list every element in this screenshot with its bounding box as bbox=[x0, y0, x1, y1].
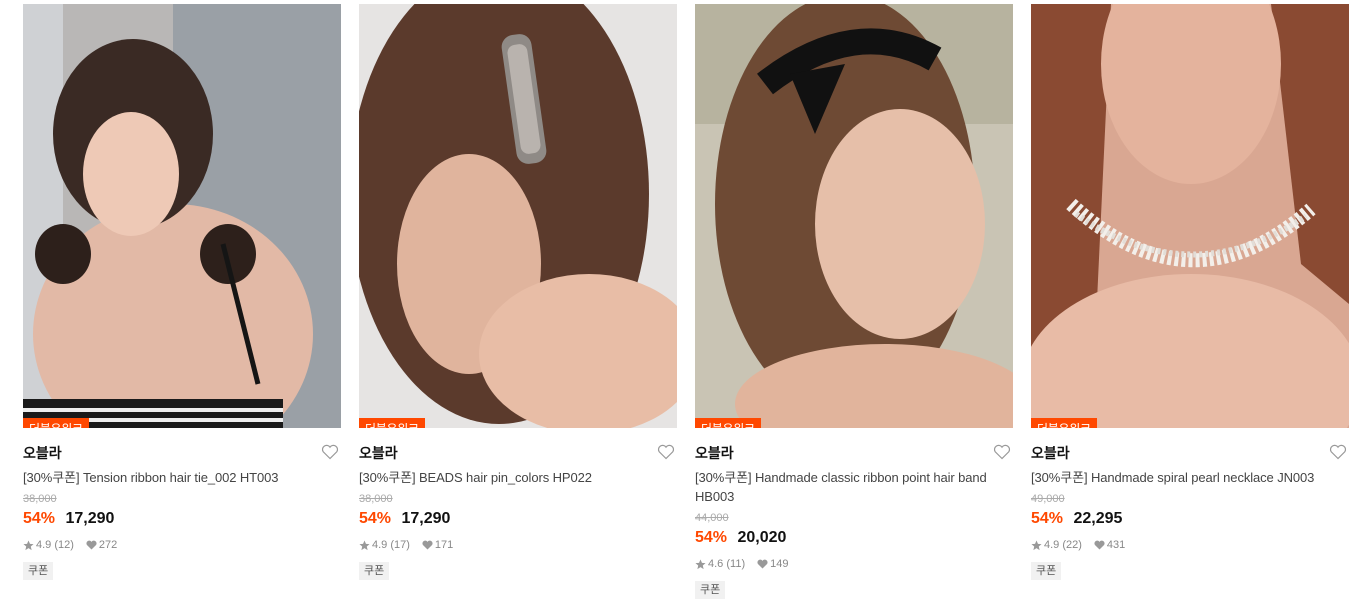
product-card[interactable]: 더블유위크 오블라 [30%쿠폰] Handmade spiral pearl … bbox=[1031, 4, 1349, 580]
original-price: 38,000 bbox=[23, 493, 57, 505]
event-badge: 더블유위크 bbox=[1031, 418, 1097, 428]
product-photo bbox=[359, 4, 677, 428]
product-photo bbox=[695, 4, 1013, 428]
brand-name[interactable]: 오블라 bbox=[23, 445, 62, 461]
review-count: (17) bbox=[390, 539, 410, 551]
product-stats: 4.9 (17) 171 bbox=[359, 538, 677, 552]
product-card[interactable]: 더블유위크 오블라 [30%쿠폰] Tension ribbon hair ti… bbox=[23, 4, 341, 580]
discount-rate: 54% bbox=[359, 510, 392, 527]
sale-price: 17,290 bbox=[401, 510, 451, 527]
like-heart-icon bbox=[1094, 540, 1105, 550]
rating-value: 4.9 bbox=[372, 539, 388, 551]
product-title[interactable]: [30%쿠폰] Handmade classic ribbon point ha… bbox=[695, 468, 1013, 506]
original-price: 49,000 bbox=[1031, 493, 1065, 505]
like-count: 171 bbox=[434, 539, 454, 551]
like-count: 431 bbox=[1106, 539, 1126, 551]
event-badge: 더블유위크 bbox=[359, 418, 425, 428]
coupon-tag: 쿠폰 bbox=[1031, 562, 1062, 580]
product-photo bbox=[1031, 4, 1349, 428]
like-count: 272 bbox=[98, 539, 118, 551]
original-price: 38,000 bbox=[359, 493, 393, 505]
heart-icon[interactable] bbox=[1329, 444, 1347, 460]
rating-value: 4.9 bbox=[1044, 539, 1060, 551]
like-heart-icon bbox=[86, 540, 97, 550]
product-card[interactable]: 더블유위크 오블라 [30%쿠폰] BEADS hair pin_colors … bbox=[359, 4, 677, 580]
review-count: (11) bbox=[726, 558, 746, 570]
discount-rate: 54% bbox=[23, 510, 56, 527]
coupon-tag: 쿠폰 bbox=[359, 562, 390, 580]
coupon-tag: 쿠폰 bbox=[23, 562, 54, 580]
product-image[interactable]: 더블유위크 bbox=[1031, 4, 1349, 428]
discount-rate: 54% bbox=[695, 529, 728, 546]
product-stats: 4.9 (22) 431 bbox=[1031, 538, 1349, 552]
brand-name[interactable]: 오블라 bbox=[1031, 445, 1070, 461]
review-count: (22) bbox=[1062, 539, 1082, 551]
rating-value: 4.6 bbox=[708, 558, 724, 570]
product-image[interactable]: 더블유위크 bbox=[695, 4, 1013, 428]
event-badge: 더블유위크 bbox=[23, 418, 89, 428]
sale-price: 20,020 bbox=[737, 529, 787, 546]
product-stats: 4.9 (12) 272 bbox=[23, 538, 341, 552]
brand-name[interactable]: 오블라 bbox=[695, 445, 734, 461]
star-icon bbox=[359, 539, 370, 550]
like-heart-icon bbox=[757, 559, 768, 569]
discount-rate: 54% bbox=[1031, 510, 1064, 527]
like-count: 149 bbox=[770, 558, 789, 570]
product-image[interactable]: 더블유위크 bbox=[359, 4, 677, 428]
sale-price: 22,295 bbox=[1073, 510, 1123, 527]
sale-price: 17,290 bbox=[65, 510, 115, 527]
like-heart-icon bbox=[422, 540, 433, 550]
original-price: 44,000 bbox=[695, 512, 729, 524]
coupon-tag: 쿠폰 bbox=[695, 581, 726, 599]
heart-icon[interactable] bbox=[321, 444, 339, 460]
product-title[interactable]: [30%쿠폰] Tension ribbon hair tie_002 HT00… bbox=[23, 468, 341, 487]
product-title[interactable]: [30%쿠폰] BEADS hair pin_colors HP022 bbox=[359, 468, 677, 487]
event-badge: 더블유위크 bbox=[695, 418, 761, 428]
review-count: (12) bbox=[54, 539, 74, 551]
star-icon bbox=[23, 539, 34, 550]
product-stats: 4.6 (11) 149 bbox=[695, 557, 1013, 571]
heart-icon[interactable] bbox=[657, 444, 675, 460]
brand-name[interactable]: 오블라 bbox=[359, 445, 398, 461]
rating-value: 4.9 bbox=[36, 539, 52, 551]
star-icon bbox=[1031, 539, 1042, 550]
product-card[interactable]: 더블유위크 오블라 [30%쿠폰] Handmade classic ribbo… bbox=[695, 4, 1013, 599]
product-photo bbox=[23, 4, 341, 428]
product-grid: 더블유위크 오블라 [30%쿠폰] Tension ribbon hair ti… bbox=[0, 0, 1359, 604]
star-icon bbox=[695, 558, 706, 569]
product-title[interactable]: [30%쿠폰] Handmade spiral pearl necklace J… bbox=[1031, 468, 1349, 487]
heart-icon[interactable] bbox=[993, 444, 1011, 460]
product-image[interactable]: 더블유위크 bbox=[23, 4, 341, 428]
